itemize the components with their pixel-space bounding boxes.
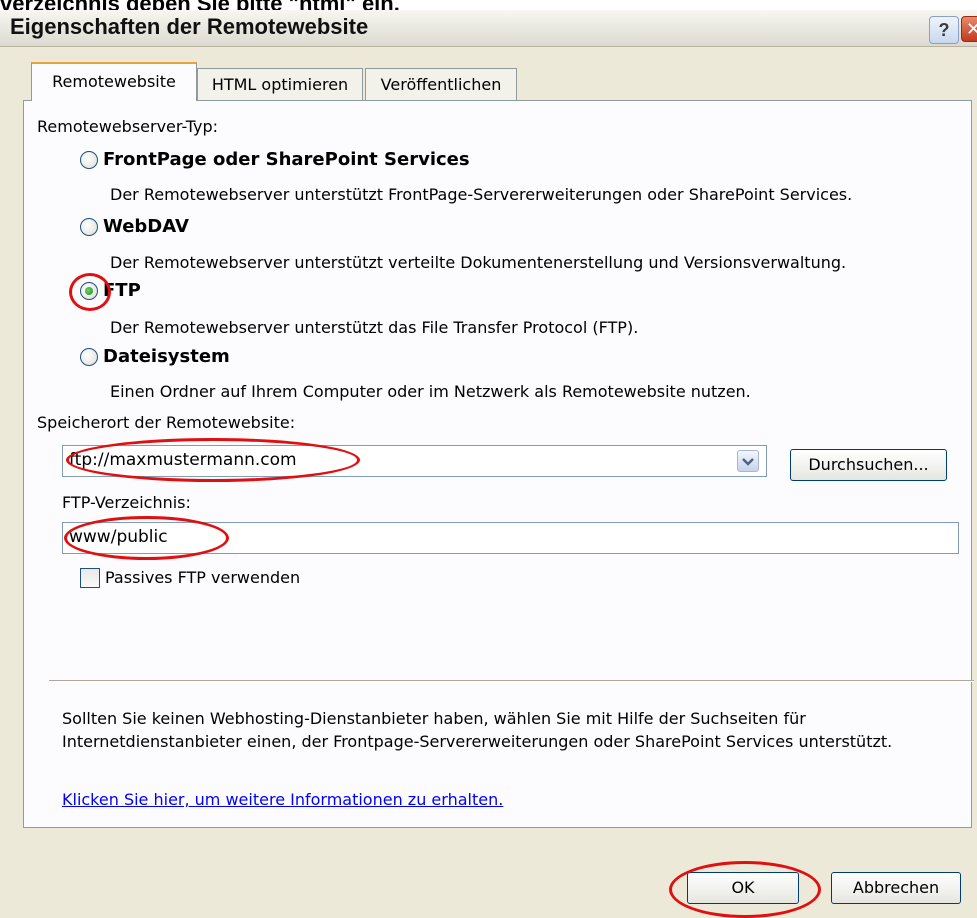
cancel-button[interactable]: Abbrechen (831, 872, 961, 904)
option-ftp-label[interactable]: FTP (103, 280, 141, 301)
radio-dateisystem[interactable] (80, 348, 98, 366)
option-webdav-label[interactable]: WebDAV (103, 216, 189, 237)
option-frontpage-description: Der Remotewebserver unterstützt FrontPag… (110, 185, 853, 204)
location-combobox[interactable]: ftp://maxmustermann.com (62, 445, 767, 477)
location-label: Speicherort der Remotewebsite: (37, 413, 296, 432)
radio-ftp[interactable] (80, 282, 98, 300)
dialog-title: Eigenschaften der Remotewebsite (10, 14, 369, 39)
ftp-directory-input[interactable]: www/public (62, 522, 959, 554)
passive-ftp-checkbox[interactable] (80, 568, 100, 588)
tab-remotewebsite[interactable]: Remotewebsite (31, 62, 197, 101)
radio-frontpage[interactable] (80, 151, 98, 169)
option-dateisystem-label[interactable]: Dateisystem (103, 346, 230, 367)
browse-button[interactable]: Durchsuchen... (790, 449, 947, 481)
option-ftp-description: Der Remotewebserver unterstützt das File… (110, 318, 639, 337)
ok-button[interactable]: OK (687, 872, 799, 904)
option-frontpage-label[interactable]: FrontPage oder SharePoint Services (103, 149, 470, 170)
chevron-down-icon (742, 458, 754, 466)
ftp-directory-label: FTP-Verzeichnis: (62, 493, 191, 512)
passive-ftp-label[interactable]: Passives FTP verwenden (105, 568, 300, 587)
radio-selected-dot (85, 287, 93, 295)
server-type-label: Remotewebserver-Typ: (37, 117, 219, 136)
option-webdav-description: Der Remotewebserver unterstützt verteilt… (110, 253, 847, 272)
info-text: Sollten Sie keinen Webhosting-Dienstanbi… (62, 709, 893, 751)
help-button[interactable]: ? (929, 16, 959, 44)
more-info-link[interactable]: Klicken Sie hier, um weitere Information… (62, 790, 503, 809)
radio-webdav[interactable] (80, 218, 98, 236)
close-button[interactable]: ✕ (961, 16, 977, 42)
tab-veroeffentlichen[interactable]: Veröffentlichen (365, 68, 517, 100)
tab-html-optimieren[interactable]: HTML optimieren (197, 68, 363, 100)
location-dropdown-button[interactable] (737, 450, 759, 472)
separator (49, 680, 974, 682)
option-dateisystem-description: Einen Ordner auf Ihrem Computer oder im … (110, 382, 751, 401)
